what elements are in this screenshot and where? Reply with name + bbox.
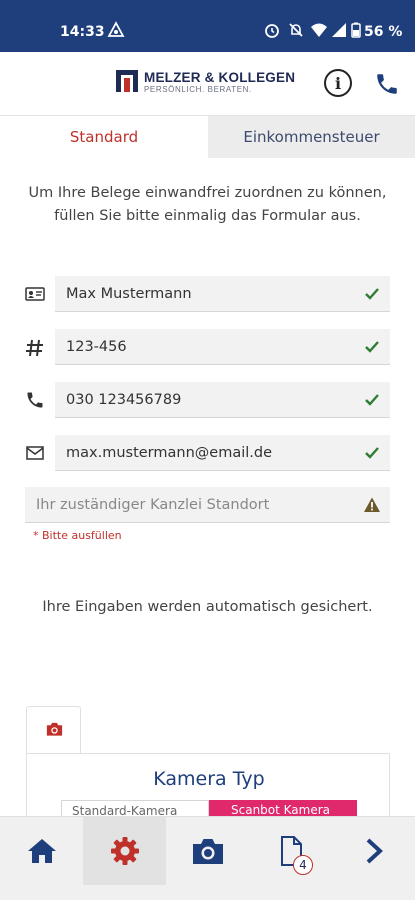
signal-icon: [332, 23, 346, 37]
tab-einkommensteuer[interactable]: Einkommensteuer: [208, 116, 415, 158]
wifi-icon: [311, 23, 327, 37]
email-field[interactable]: [55, 435, 390, 471]
status-time: 14:33: [60, 24, 105, 40]
required-hint: * Bitte ausfüllen: [33, 529, 122, 542]
number-input[interactable]: [66, 338, 346, 355]
camera-type-card: Kamera Typ Standard-Kamera Scanbot Kamer…: [26, 753, 390, 824]
hash-icon: [26, 339, 43, 357]
id-card-icon: [25, 287, 45, 301]
autosave-note: Ihre Eingaben werden automatisch gesiche…: [42, 599, 373, 615]
phone-icon: [27, 392, 43, 408]
battery-percent: 56 %: [364, 24, 403, 40]
intro-text: Um Ihre Belege einwandfrei zuordnen zu k…: [28, 185, 387, 224]
sync-icon: [107, 21, 125, 37]
logo-title: MELZER & KOLLEGEN: [144, 70, 296, 85]
battery-icon: [351, 22, 361, 38]
check-icon: [365, 447, 379, 459]
email-input[interactable]: [66, 444, 346, 461]
camera-icon: [46, 722, 63, 736]
info-button[interactable]: i: [324, 69, 352, 97]
phone-input[interactable]: [66, 391, 346, 408]
document-count-badge: 4: [293, 855, 313, 875]
mail-icon: [26, 446, 44, 460]
camera-type-title: Kamera Typ: [153, 768, 265, 790]
nav-home[interactable]: [0, 817, 83, 885]
nav-camera[interactable]: [166, 817, 249, 885]
settings-icon: [110, 837, 139, 865]
tab-bar: Standard Einkommensteuer: [0, 116, 415, 158]
logo-subtitle: PERSÖNLICH. BERATEN.: [144, 85, 252, 94]
check-icon: [365, 288, 379, 300]
name-field[interactable]: [55, 276, 390, 312]
camera-tab[interactable]: [26, 706, 81, 754]
check-icon: [365, 341, 379, 353]
tab-standard[interactable]: Standard: [0, 116, 208, 158]
bottom-nav: 4: [0, 816, 415, 900]
chevron-right-icon: [366, 838, 383, 864]
company-logo: MELZER & KOLLEGEN PERSÖNLICH. BERATEN.: [116, 70, 306, 100]
info-icon: i: [334, 73, 342, 93]
alarm-icon: [265, 24, 279, 38]
location-input[interactable]: [36, 496, 316, 513]
number-field[interactable]: [55, 329, 390, 365]
nav-documents[interactable]: 4: [249, 817, 332, 885]
status-bar: 14:33 56 %: [0, 0, 415, 52]
name-input[interactable]: [66, 285, 346, 302]
check-icon: [365, 394, 379, 406]
nav-settings[interactable]: [83, 817, 166, 885]
camera-icon: [192, 839, 223, 864]
warning-icon: [364, 497, 380, 512]
mute-icon: [289, 23, 303, 37]
call-button[interactable]: [374, 71, 400, 97]
logo-mark-icon: [116, 70, 138, 92]
phone-field[interactable]: [55, 382, 390, 418]
app-header: MELZER & KOLLEGEN PERSÖNLICH. BERATEN.: [0, 52, 415, 116]
home-icon: [27, 839, 56, 863]
location-field[interactable]: [25, 487, 390, 523]
nav-next[interactable]: [332, 817, 415, 885]
